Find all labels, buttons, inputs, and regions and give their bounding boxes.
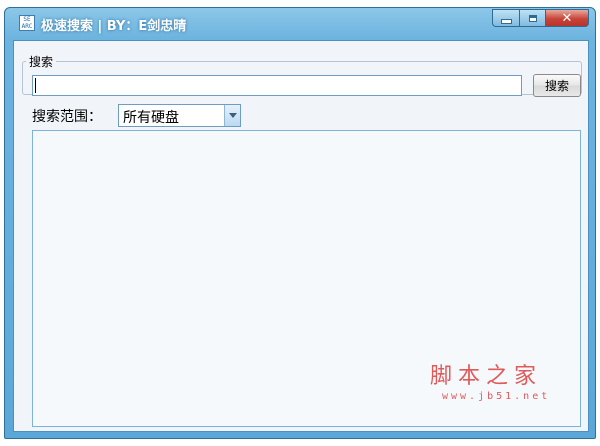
maximize-icon — [528, 14, 537, 22]
scope-dropdown[interactable]: 所有硬盘 — [118, 104, 241, 127]
site-watermark: 脚本之家 www.jb51.net — [430, 358, 550, 402]
app-search-icon[interactable]: SE ARC — [19, 15, 35, 31]
scope-selected-value: 所有硬盘 — [123, 110, 179, 126]
window-controls: ✕ — [492, 9, 589, 28]
watermark-brand: 脚本之家 — [430, 364, 543, 389]
minimize-button[interactable] — [492, 9, 519, 27]
search-group-label: 搜索 — [26, 53, 57, 70]
title-bar[interactable]: SE ARC 极速搜索 | BY：E剑忠晴 ✕ — [5, 8, 595, 38]
search-input[interactable] — [32, 75, 522, 96]
window-title: 极速搜索 | BY：E剑忠晴 — [41, 19, 187, 34]
minimize-icon — [500, 18, 512, 24]
maximize-button[interactable] — [519, 9, 545, 27]
scope-label: 搜索范围： — [32, 109, 102, 125]
close-button[interactable]: ✕ — [545, 9, 589, 27]
text-caret — [35, 78, 36, 93]
search-button[interactable]: 搜索 — [533, 74, 581, 97]
watermark-url: www.jb51.net — [442, 391, 551, 402]
close-icon: ✕ — [561, 10, 573, 26]
chevron-down-icon[interactable] — [224, 105, 240, 126]
